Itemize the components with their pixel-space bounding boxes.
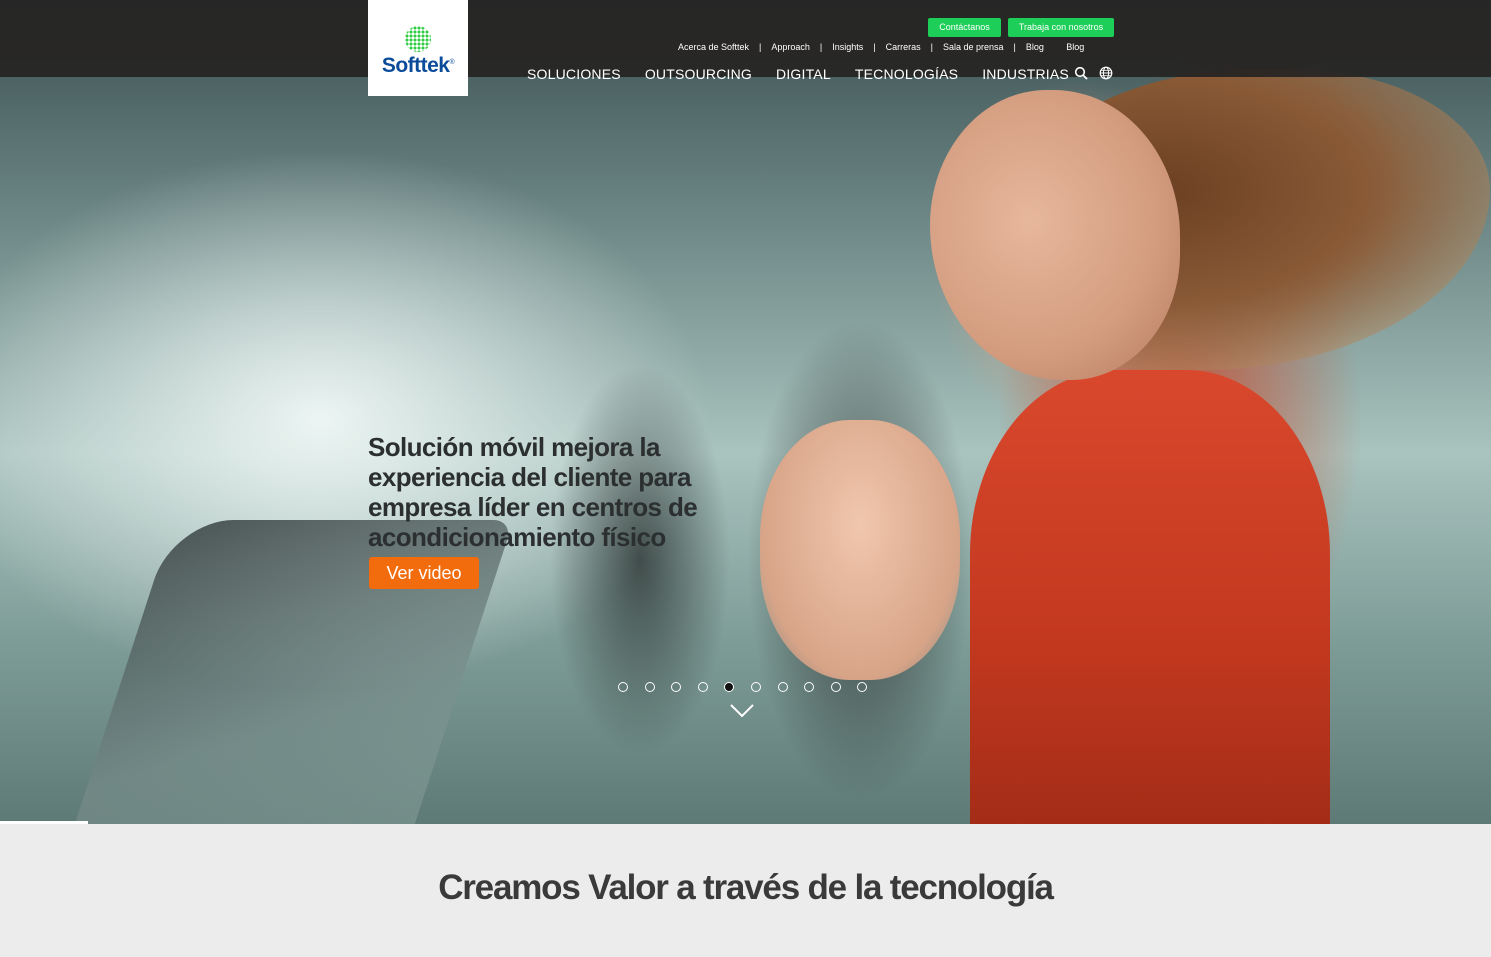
- util-link-careers[interactable]: Carreras: [886, 42, 921, 52]
- util-link-blog[interactable]: Blog: [1026, 42, 1044, 52]
- util-link-insights[interactable]: Insights: [832, 42, 863, 52]
- main-nav: SOLUCIONES OUTSOURCING DIGITAL TECNOLOGÍ…: [527, 64, 1093, 84]
- work-with-us-button[interactable]: Trabaja con nosotros: [1008, 18, 1114, 37]
- carousel-dot-2[interactable]: [644, 682, 655, 692]
- carousel-dot-10[interactable]: [857, 682, 868, 692]
- chevron-down-icon[interactable]: [729, 703, 755, 719]
- carousel-dot-6[interactable]: [750, 682, 761, 692]
- logo-dot-globe-icon: [405, 26, 431, 52]
- util-separator: |: [1013, 42, 1016, 52]
- softtek-logo[interactable]: Softtek®: [368, 0, 468, 96]
- nav-industrias[interactable]: INDUSTRIAS: [982, 66, 1069, 82]
- util-link-approach[interactable]: Approach: [771, 42, 810, 52]
- utility-nav: Acerca de Softtek | Approach | Insights …: [678, 40, 1084, 54]
- section-tagline: Creamos Valor a través de la tecnología: [438, 868, 1054, 907]
- util-link-press[interactable]: Sala de prensa: [943, 42, 1004, 52]
- carousel-dot-8[interactable]: [804, 682, 815, 692]
- hero-progress-bar: [0, 821, 88, 824]
- carousel-dots: [618, 682, 884, 692]
- nav-digital[interactable]: DIGITAL: [776, 66, 831, 82]
- contact-button[interactable]: Contáctanos: [928, 18, 1001, 37]
- hero-title: Solución móvil mejora la experiencia del…: [368, 432, 698, 552]
- carousel-dot-4[interactable]: [697, 682, 708, 692]
- carousel-dot-7[interactable]: [777, 682, 788, 692]
- nav-soluciones[interactable]: SOLUCIONES: [527, 66, 621, 82]
- hero-photo-top: [970, 370, 1330, 824]
- util-separator: |: [819, 42, 823, 52]
- hero-photo-face: [930, 90, 1180, 380]
- nav-outsourcing[interactable]: OUTSOURCING: [645, 66, 752, 82]
- util-link-blog-2[interactable]: Blog: [1066, 42, 1084, 52]
- hero-photo-arm: [760, 420, 960, 680]
- carousel-dot-9[interactable]: [830, 682, 841, 692]
- logo-wordmark: Softtek®: [381, 54, 455, 77]
- top-navigation-bar: Contáctanos Trabaja con nosotros Acerca …: [0, 0, 1491, 82]
- carousel-dot-1[interactable]: [618, 682, 628, 692]
- nav-tecnologias[interactable]: TECNOLOGÍAS: [855, 66, 958, 82]
- globe-icon[interactable]: [1099, 66, 1113, 80]
- util-separator: |: [759, 42, 762, 52]
- carousel-dot-3[interactable]: [671, 682, 682, 692]
- hero-banner: Solución móvil mejora la experiencia del…: [0, 0, 1491, 824]
- util-separator: |: [873, 42, 876, 52]
- search-icon[interactable]: [1074, 66, 1088, 80]
- carousel-dot-5-active[interactable]: [724, 682, 735, 692]
- util-link-about[interactable]: Acerca de Softtek: [678, 42, 749, 52]
- util-separator: |: [930, 42, 933, 52]
- watch-video-button[interactable]: Ver video: [369, 557, 479, 589]
